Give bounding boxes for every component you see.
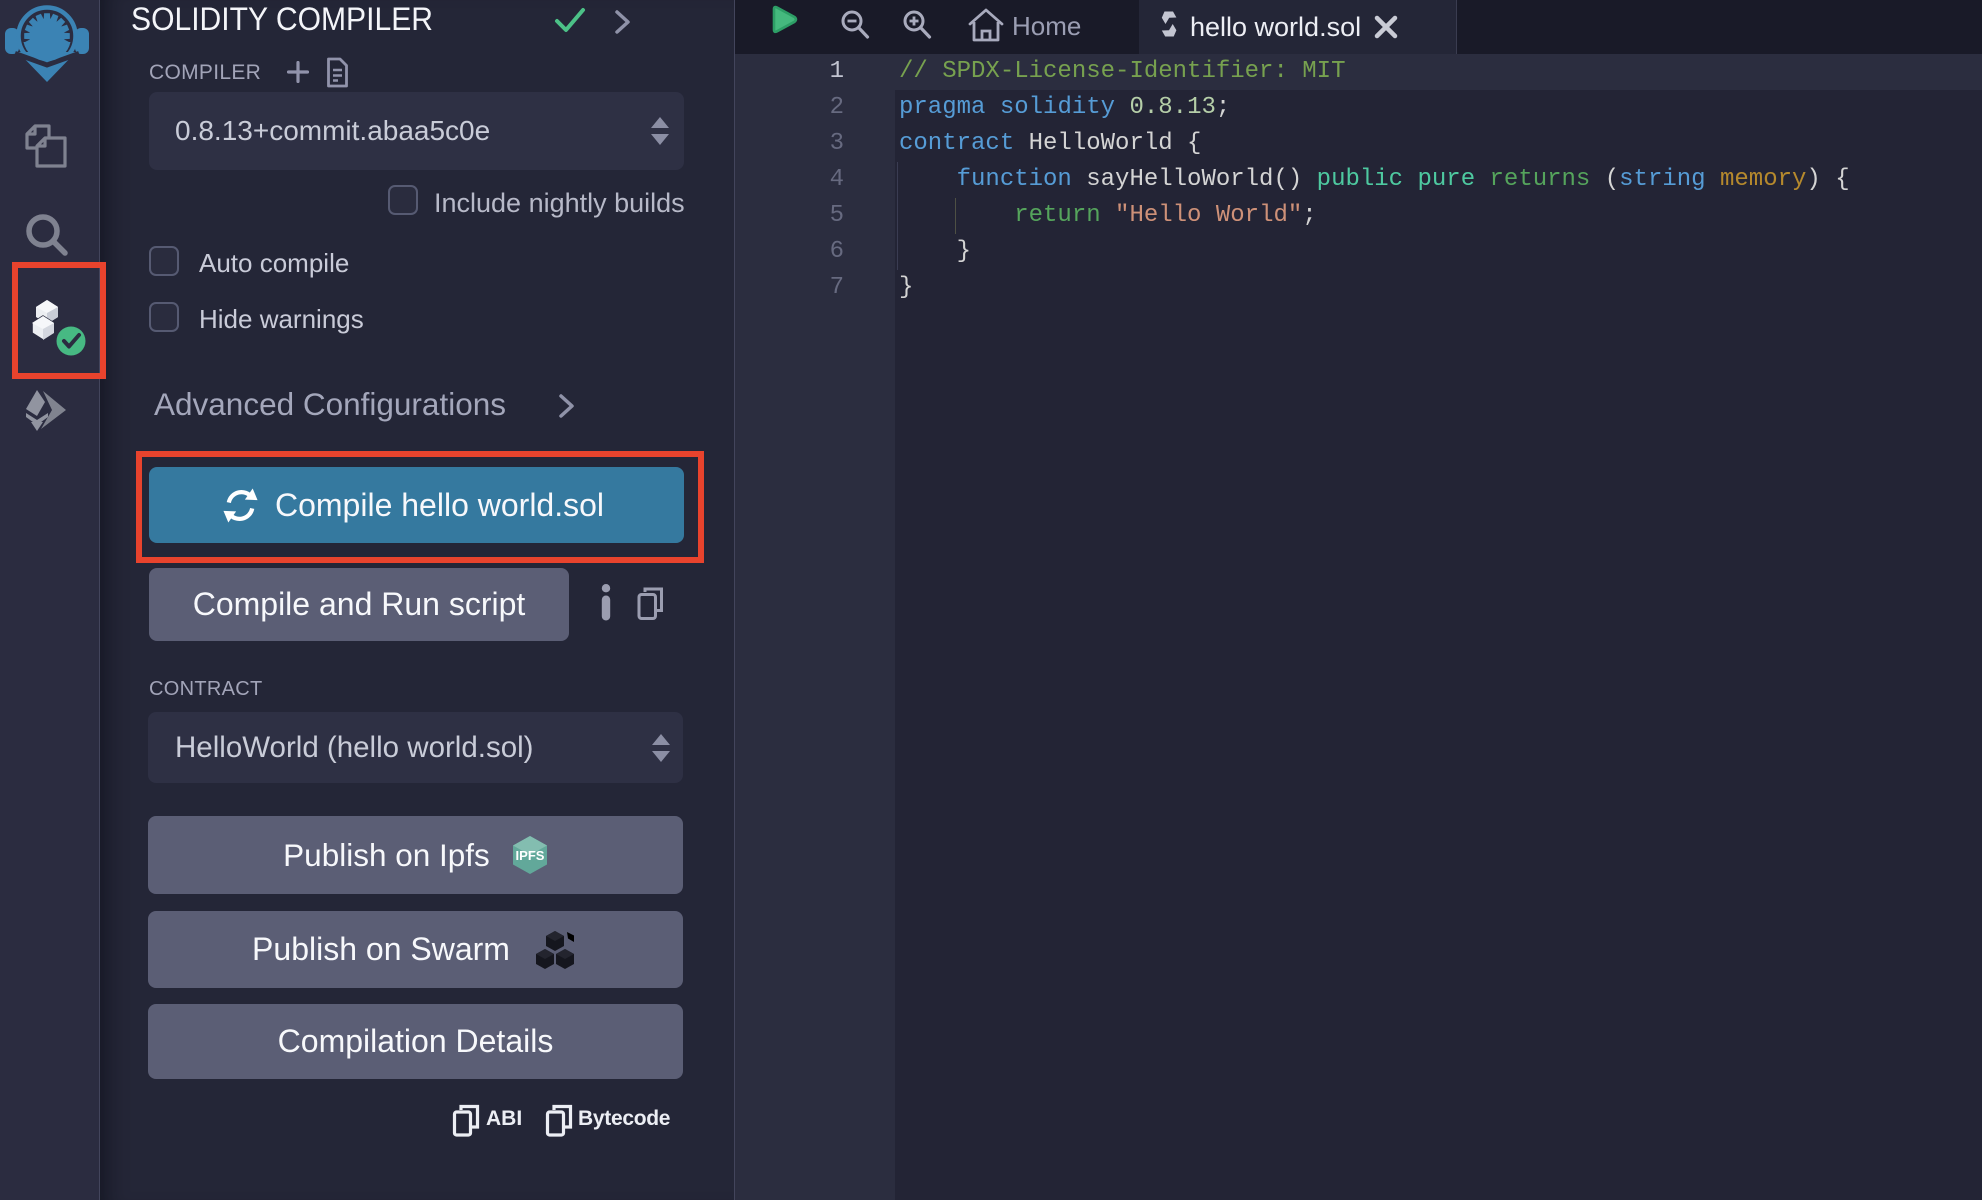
svg-text:IPFS: IPFS xyxy=(515,848,544,863)
